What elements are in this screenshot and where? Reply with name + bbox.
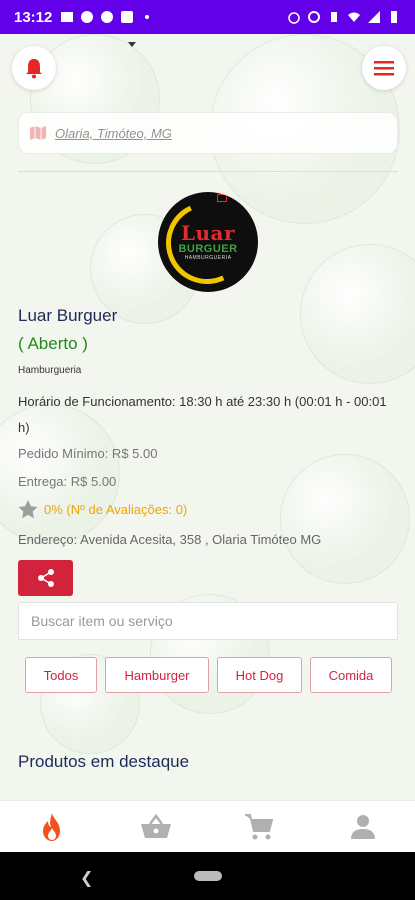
category-hamburger-button[interactable]: Hamburger <box>105 657 209 693</box>
battery-icon <box>391 11 397 23</box>
store-name: Luar Burguer <box>18 306 118 325</box>
rating-text: 0% (Nº de Avaliações: 0) <box>44 502 188 517</box>
fire-icon <box>42 812 60 841</box>
logo-line2: BURGUER <box>178 242 238 255</box>
status-time: 13:12 <box>14 8 53 26</box>
status-bar: 13:12 <box>0 0 415 34</box>
star-icon <box>18 500 38 519</box>
back-icon[interactable]: ❮ <box>80 868 93 888</box>
share-icon <box>37 569 54 587</box>
category-hotdog-button[interactable]: Hot Dog <box>217 657 302 693</box>
store-category: Hamburgueria <box>18 365 82 376</box>
menu-icon <box>374 61 394 76</box>
category-filters: Todos Hamburger Hot Dog Comida <box>25 657 392 693</box>
user-icon <box>351 814 376 839</box>
opening-hours: Horário de Funcionamento: 18:30 h até 23… <box>18 394 387 435</box>
nav-cart[interactable] <box>239 807 279 847</box>
category-todos-button[interactable]: Todos <box>25 657 97 693</box>
dropdown-caret-icon[interactable] <box>128 42 136 47</box>
alarm-icon <box>288 12 300 24</box>
system-icons <box>287 10 401 24</box>
store-logo: Luar BURGUER HAMBURGUERIA <box>158 192 258 292</box>
logo-flag <box>217 194 227 202</box>
logo-line3: HAMBURGUERIA <box>184 255 232 262</box>
featured-products-title: Produtos em destaque <box>18 752 190 771</box>
nav-home[interactable] <box>32 807 72 847</box>
location-text[interactable]: Olaria, Timóteo, MG <box>55 126 172 141</box>
bell-icon <box>26 59 42 79</box>
share-button[interactable] <box>18 560 73 596</box>
divider <box>18 171 398 172</box>
store-status: ( Aberto ) <box>18 334 88 353</box>
category-comida-button[interactable]: Comida <box>310 657 392 693</box>
system-navigation-bar: ❮ <box>0 852 415 900</box>
image-notification-icon <box>61 12 74 22</box>
vibrate-icon <box>331 12 337 22</box>
basket-icon <box>140 813 171 838</box>
wifi-icon <box>348 12 360 22</box>
store-address: Endereço: Avenida Acesita, 358 , Olaria … <box>18 532 322 547</box>
bottom-navigation <box>0 800 415 852</box>
delivery-fee: Entrega: R$ 5.00 <box>18 474 117 489</box>
facebook-icon <box>101 11 114 23</box>
logo-line1: Luar <box>180 220 236 245</box>
rating: 0% (Nº de Avaliações: 0) <box>18 500 187 519</box>
app-notification-icon <box>121 11 134 23</box>
cart-icon <box>245 813 274 839</box>
notification-icons <box>60 10 154 24</box>
data-saver-icon <box>308 11 320 23</box>
notifications-button[interactable] <box>12 46 56 90</box>
dot-icon <box>145 15 150 19</box>
nav-basket[interactable] <box>136 807 176 847</box>
map-icon <box>30 126 46 140</box>
menu-button[interactable] <box>362 46 406 90</box>
home-pill[interactable] <box>193 871 222 881</box>
whatsapp-icon <box>81 11 94 23</box>
search-input[interactable] <box>18 602 398 640</box>
nav-profile[interactable] <box>343 807 383 847</box>
location-selector[interactable]: Olaria, Timóteo, MG <box>18 112 398 154</box>
signal-icon <box>368 11 380 23</box>
minimum-order: Pedido Mínimo: R$ 5.00 <box>18 446 158 461</box>
